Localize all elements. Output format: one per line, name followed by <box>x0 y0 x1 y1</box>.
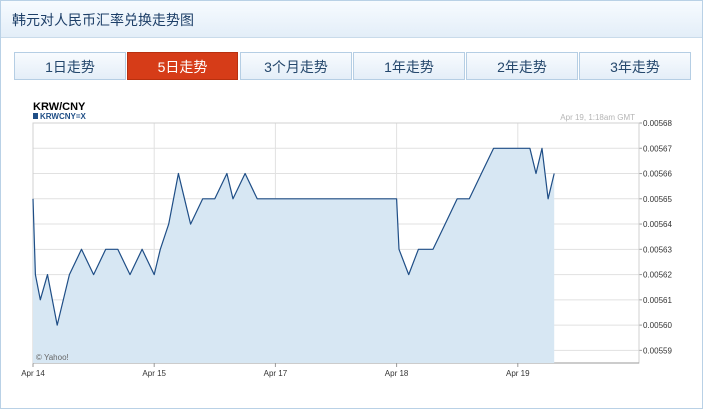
y-axis-labels: 0.00568 0.00567 0.00566 0.00565 0.00564 0.005… <box>643 119 672 355</box>
widget-header: 韩元对人民币汇率兑换走势图 <box>1 1 702 38</box>
y-tick-label: 0.00567 <box>643 144 672 153</box>
y-tick-label: 0.00566 <box>643 170 672 179</box>
y-tick-label: 0.00561 <box>643 296 672 305</box>
x-tick-label: Apr 17 <box>264 369 288 378</box>
rate-area <box>33 148 555 363</box>
legend-swatch <box>33 113 38 119</box>
x-tick-label: Apr 19 <box>506 369 530 378</box>
y-tick-label: 0.00560 <box>643 321 672 330</box>
tab-1-year[interactable]: 1年走势 <box>353 52 465 80</box>
yahoo-watermark: © Yahoo! <box>36 353 69 362</box>
y-tick-label: 0.00562 <box>643 271 672 280</box>
legend-label: KRWCNY=X <box>40 112 87 121</box>
x-tick-label: Apr 14 <box>21 369 45 378</box>
widget-title: 韩元对人民币汇率兑换走势图 <box>12 12 194 28</box>
tab-3-year[interactable]: 3年走势 <box>579 52 691 80</box>
y-tick-label: 0.00565 <box>643 195 672 204</box>
exchange-rate-chart: KRW/CNY KRWCNY=X Apr 19, 1:18am GMT 0.00… <box>21 101 672 378</box>
chart-widget: 韩元对人民币汇率兑换走势图 1日走势 5日走势 3个月走势 1年走势 2年走势 … <box>0 0 703 409</box>
chart-timestamp: Apr 19, 1:18am GMT <box>560 113 635 122</box>
x-axis-labels: Apr 14 Apr 15 Apr 17 Apr 18 Apr 19 <box>21 369 530 378</box>
tab-1-day[interactable]: 1日走势 <box>14 52 126 80</box>
tab-5-day[interactable]: 5日走势 <box>127 52 238 80</box>
y-tick-label: 0.00563 <box>643 245 672 254</box>
x-tick-label: Apr 18 <box>385 369 409 378</box>
y-tick-label: 0.00564 <box>643 220 672 229</box>
tab-3-month[interactable]: 3个月走势 <box>240 52 352 80</box>
tab-2-year[interactable]: 2年走势 <box>466 52 578 80</box>
x-tick-label: Apr 15 <box>142 369 166 378</box>
y-tick-label: 0.00568 <box>643 119 672 128</box>
y-tick-label: 0.00559 <box>643 346 672 355</box>
